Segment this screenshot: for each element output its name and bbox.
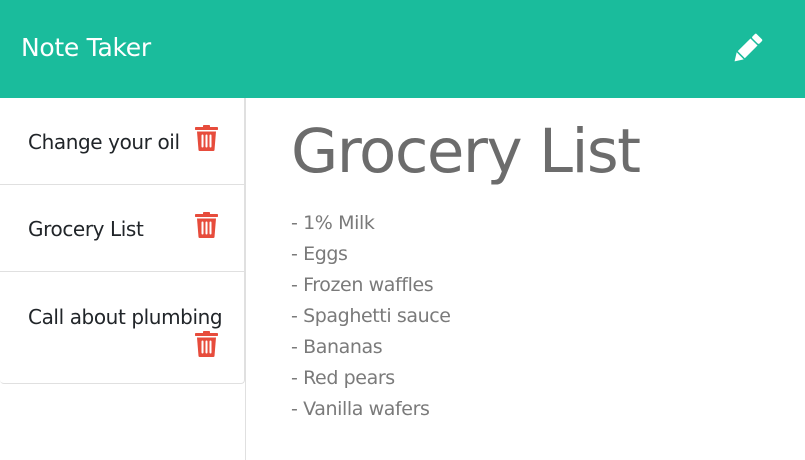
note-editor: Grocery List - 1% Milk - Eggs - Frozen w…	[247, 98, 805, 460]
note-line: - Red pears	[291, 367, 395, 389]
note-line: - 1% Milk	[291, 212, 375, 234]
note-line: - Vanilla wafers	[291, 398, 430, 420]
list-item[interactable]: Call about plumbing	[0, 272, 244, 384]
note-list: Change your oil Grocery List Call about …	[0, 98, 245, 384]
note-text-area[interactable]: - 1% Milk - Eggs - Frozen waffles - Spag…	[291, 208, 451, 425]
trash-icon[interactable]	[195, 125, 218, 151]
note-line: - Bananas	[291, 336, 383, 358]
note-line: - Frozen waffles	[291, 274, 434, 296]
trash-icon[interactable]	[195, 212, 218, 238]
list-item[interactable]: Grocery List	[0, 185, 244, 272]
list-item[interactable]: Change your oil	[0, 98, 244, 185]
pencil-icon[interactable]	[728, 28, 768, 68]
note-line: - Eggs	[291, 243, 348, 265]
trash-icon[interactable]	[195, 331, 218, 357]
note-line: - Spaghetti sauce	[291, 305, 451, 327]
sidebar: Change your oil Grocery List Call about …	[0, 98, 246, 460]
note-title: Call about plumbing	[28, 305, 223, 329]
note-title-field[interactable]: Grocery List	[291, 116, 641, 188]
app-title[interactable]: Note Taker	[21, 32, 151, 64]
note-title: Grocery List	[28, 217, 144, 241]
navbar: Note Taker	[0, 0, 805, 98]
note-title: Change your oil	[28, 130, 180, 154]
